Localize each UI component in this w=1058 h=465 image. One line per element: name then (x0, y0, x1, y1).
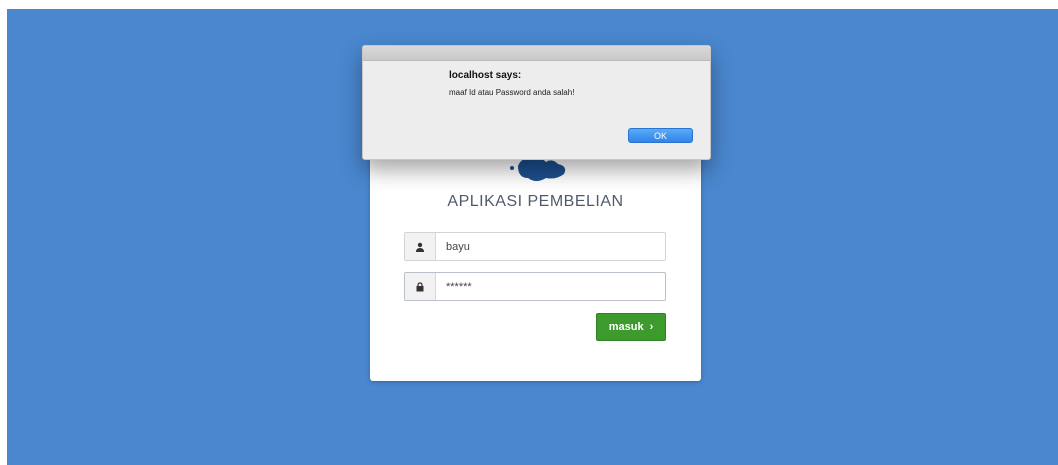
masuk-button[interactable]: masuk › (596, 313, 666, 341)
dialog-title: localhost says: (449, 70, 522, 81)
username-input[interactable] (436, 233, 665, 260)
ok-button[interactable]: OK (628, 128, 693, 143)
dialog-title-bar (363, 46, 710, 61)
alert-dialog: localhost says: maaf Id atau Password an… (362, 45, 711, 160)
password-input[interactable] (436, 273, 665, 300)
app-title: APLIKASI PEMBELIAN (447, 193, 624, 210)
masuk-button-label: masuk (608, 321, 644, 333)
lock-icon (405, 273, 436, 300)
user-icon (405, 233, 436, 260)
login-card (370, 156, 701, 381)
chevron-right-icon: › (649, 321, 654, 333)
username-field-group (404, 232, 666, 261)
password-field-group (404, 272, 666, 301)
dialog-message: maaf Id atau Password anda salah! (449, 88, 575, 97)
